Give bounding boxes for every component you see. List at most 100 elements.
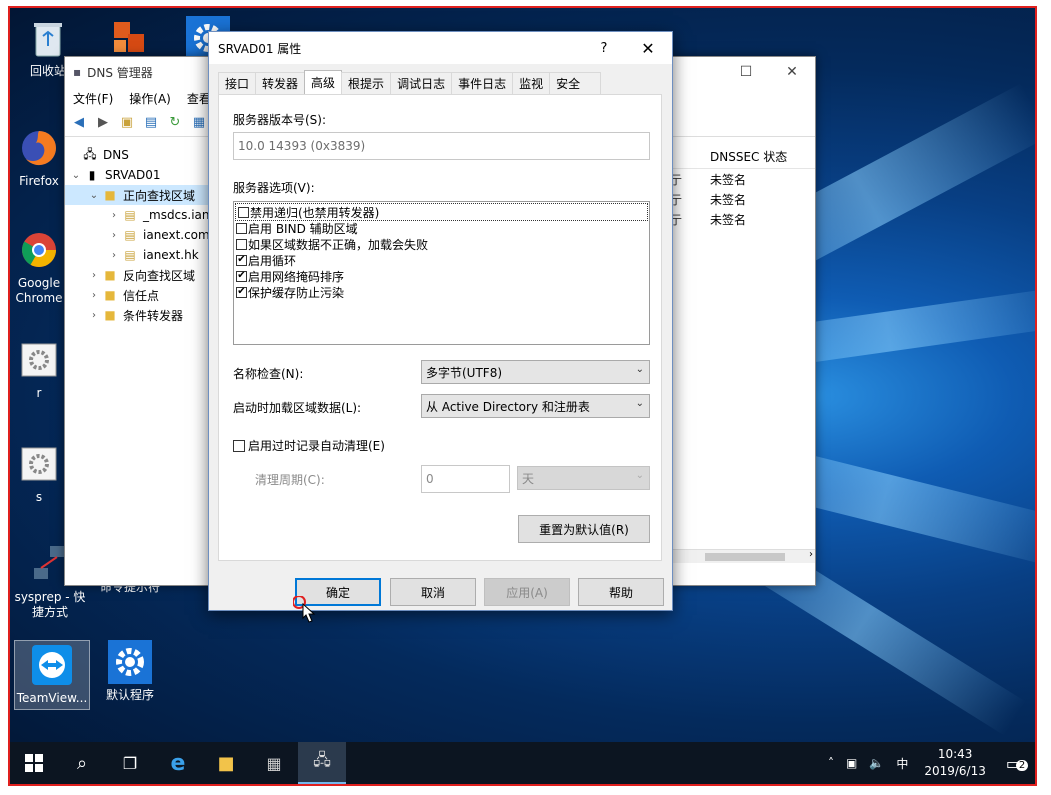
menu-action[interactable]: 操作(A) <box>129 90 171 107</box>
option-round-robin[interactable]: ✔ 启用循环 <box>234 252 649 268</box>
show-hide-tree-icon[interactable]: ▤ <box>141 114 161 132</box>
checkbox[interactable] <box>236 238 247 250</box>
chevron-right-icon[interactable]: › <box>87 310 101 321</box>
reset-to-default-button[interactable]: 重置为默认值(R) <box>518 515 650 543</box>
network-icon[interactable]: ▣ <box>840 756 863 770</box>
checkbox[interactable]: ✔ <box>236 286 247 298</box>
option-label: 禁用递归(也禁用转发器) <box>250 205 380 220</box>
notification-center-button[interactable]: ▭ 2 <box>996 754 1035 773</box>
list-header: DNSSEC 状态 <box>670 145 815 169</box>
refresh-icon[interactable]: ↻ <box>165 114 185 132</box>
tab-advanced[interactable]: 高级 <box>304 70 343 94</box>
taskbar-explorer[interactable]: ■ <box>202 742 250 784</box>
zone-icon: ▤ <box>124 208 136 222</box>
dns-icon: 🖧 <box>313 749 331 769</box>
scavenging-option[interactable]: 启用过时记录自动清理(E) <box>233 437 385 454</box>
chevron-down-icon: ⌄ <box>635 398 644 409</box>
advanced-tab-panel: 服务器版本号(S): 10.0 14393 (0x3839) 服务器选项(V):… <box>218 94 662 561</box>
cleanup-unit-select[interactable]: 天 ⌄ <box>517 466 650 490</box>
scrollbar-thumb[interactable] <box>705 553 785 561</box>
taskbar-ie[interactable]: e <box>154 742 202 784</box>
close-icon[interactable]: ✕ <box>624 39 672 58</box>
desktop-icon-label: s <box>35 490 43 504</box>
chevron-down-icon[interactable]: ⌄ <box>87 190 101 201</box>
list-cell: 未签名 <box>710 212 747 227</box>
folder-icon: ■ <box>217 752 235 774</box>
list-row[interactable]: 亍 未签名 <box>670 169 815 189</box>
option-label: 保护缓存防止污染 <box>248 285 345 300</box>
help-button[interactable]: 帮助 <box>578 578 664 606</box>
server-options-list[interactable]: 禁用递归(也禁用转发器) 启用 BIND 辅助区域 如果区域数据不正确，加载会失… <box>233 201 650 345</box>
checkbox[interactable]: ✔ <box>236 254 247 266</box>
desktop-icon-r[interactable]: r <box>14 338 64 401</box>
option-fail-on-load[interactable]: 如果区域数据不正确，加载会失败 <box>234 236 649 252</box>
recycle-bin-icon <box>26 16 70 60</box>
chevron-down-icon[interactable]: ⌄ <box>69 170 83 181</box>
task-view-button[interactable]: ❐ <box>106 742 154 784</box>
scroll-right-icon[interactable]: › <box>809 549 813 560</box>
column-header-dnssec[interactable]: DNSSEC 状态 <box>710 148 787 165</box>
desktop-icon-label: sysprep - 快捷方式 <box>14 590 86 619</box>
clock[interactable]: 10:43 2019/6/13 <box>914 746 996 780</box>
office-app-icon <box>106 16 150 60</box>
desktop-icon-firefox[interactable]: Firefox <box>10 126 70 189</box>
option-bind-secondaries[interactable]: 启用 BIND 辅助区域 <box>234 220 649 236</box>
desktop-icon-label: Google Chrome <box>15 276 63 305</box>
start-button[interactable] <box>10 742 58 784</box>
server-version-field[interactable]: 10.0 14393 (0x3839) <box>233 132 650 160</box>
desktop-icon-chrome[interactable]: Google Chrome <box>10 228 70 306</box>
window-close-button[interactable]: ✕ <box>769 64 815 80</box>
export-list-icon[interactable]: ▦ <box>189 114 209 132</box>
checkbox[interactable] <box>233 439 245 452</box>
chevron-up-icon[interactable]: ˄ <box>822 756 840 770</box>
taskbar-server-manager[interactable]: ▦ <box>250 742 298 784</box>
name-checking-select[interactable]: 多字节(UTF8) ⌄ <box>421 360 650 384</box>
tab-security[interactable]: 安全 <box>549 72 602 94</box>
help-icon[interactable]: ? <box>584 41 624 56</box>
checkbox[interactable] <box>236 222 247 234</box>
option-netmask-ordering[interactable]: ✔ 启用网络掩码排序 <box>234 268 649 284</box>
chevron-right-icon[interactable]: › <box>87 290 101 301</box>
taskbar-dns-manager[interactable]: 🖧 <box>298 742 346 784</box>
tab-monitoring[interactable]: 监视 <box>512 72 551 94</box>
checkbox[interactable] <box>238 206 249 218</box>
cancel-button[interactable]: 取消 <box>390 578 476 606</box>
tab-root-hints[interactable]: 根提示 <box>341 72 392 94</box>
desktop-icon-s[interactable]: s <box>14 442 64 505</box>
clock-date: 2019/6/13 <box>924 764 986 778</box>
menu-file[interactable]: 文件(F) <box>73 90 113 107</box>
tree-item-label: SRVAD01 <box>105 168 161 182</box>
chevron-right-icon[interactable]: › <box>87 270 101 281</box>
checkbox[interactable]: ✔ <box>236 270 247 282</box>
load-zone-select[interactable]: 从 Active Directory 和注册表 ⌄ <box>421 394 650 418</box>
window-maximize-button[interactable]: ☐ <box>723 64 769 80</box>
list-row[interactable]: 亍 未签名 <box>670 189 815 209</box>
chevron-right-icon[interactable]: › <box>107 210 121 221</box>
up-folder-icon[interactable]: ▣ <box>117 114 137 132</box>
list-cell: 亍 <box>670 172 683 187</box>
list-cell: 亍 <box>670 212 683 227</box>
volume-muted-icon[interactable]: 🔈 <box>863 756 890 770</box>
folder-icon: ■ <box>104 188 116 202</box>
search-button[interactable]: ⌕ <box>58 742 106 784</box>
option-secure-cache[interactable]: ✔ 保护缓存防止污染 <box>234 284 649 300</box>
desktop: 回收站 Firefox Google Chrome r s sysprep - … <box>10 8 1035 784</box>
tab-interfaces[interactable]: 接口 <box>218 72 257 94</box>
tab-debug-logging[interactable]: 调试日志 <box>390 72 453 94</box>
cleanup-period-input[interactable]: 0 <box>421 465 510 493</box>
tab-forwarders[interactable]: 转发器 <box>255 72 306 94</box>
chevron-right-icon[interactable]: › <box>107 250 121 261</box>
forward-arrow-icon[interactable]: ▶ <box>93 114 113 132</box>
list-row[interactable]: 亍 未签名 <box>670 209 815 229</box>
chevron-right-icon[interactable]: › <box>107 230 121 241</box>
tab-event-logging[interactable]: 事件日志 <box>451 72 514 94</box>
option-disable-recursion[interactable]: 禁用递归(也禁用转发器) <box>235 203 648 221</box>
apply-button[interactable]: 应用(A) <box>484 578 570 606</box>
server-manager-icon: ▦ <box>266 753 282 773</box>
back-arrow-icon[interactable]: ◀ <box>69 114 89 132</box>
ime-indicator[interactable]: 中 <box>890 755 914 772</box>
desktop-icon-teamviewer[interactable]: TeamView... <box>14 640 90 710</box>
desktop-icon-default-programs[interactable]: 默认程序 <box>92 640 168 703</box>
scavenging-label: 启用过时记录自动清理(E) <box>248 439 385 453</box>
settings-shortcut-icon <box>17 338 61 382</box>
